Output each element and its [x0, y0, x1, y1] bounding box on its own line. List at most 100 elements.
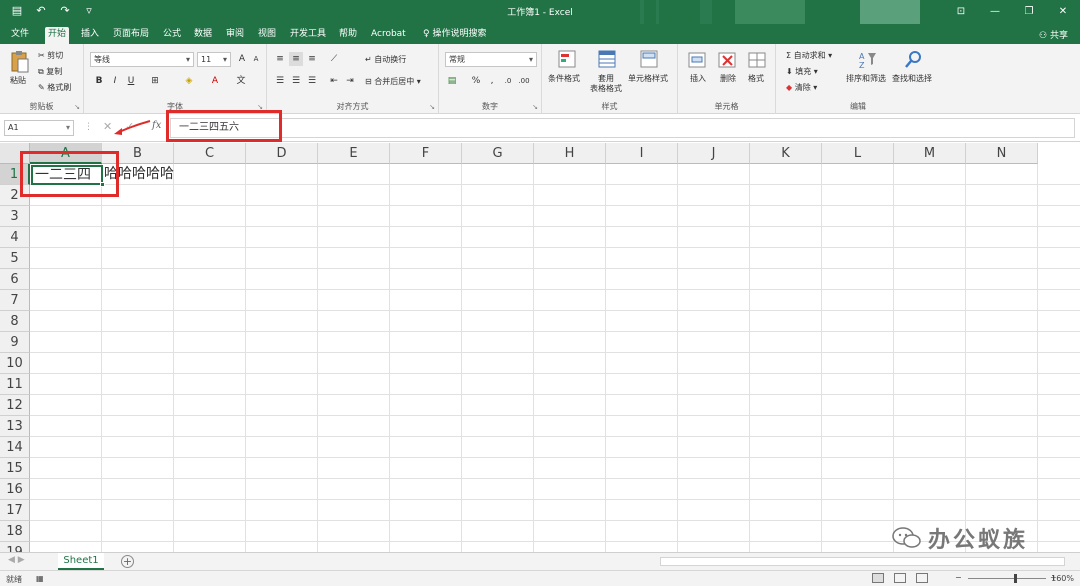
share-button[interactable]: ⚇ 共享	[1039, 28, 1068, 41]
insert-label[interactable]: 插入	[690, 73, 706, 84]
grow-font-button[interactable]: A	[235, 52, 249, 66]
column-header-m[interactable]: M	[894, 143, 966, 164]
column-header-h[interactable]: H	[534, 143, 606, 164]
row-header-10[interactable]: 10	[0, 353, 30, 374]
format-painter-button[interactable]: ✎ 格式刷	[38, 82, 71, 93]
close-button[interactable]: ✕	[1046, 0, 1080, 24]
clipboard-launcher-icon[interactable]: ↘	[74, 103, 80, 111]
insert-function-button[interactable]: fx	[152, 120, 161, 131]
tab-insert[interactable]: 插入	[78, 27, 102, 44]
formula-input[interactable]: 一二三四五六	[170, 118, 1075, 138]
align-right-icon[interactable]: ☰	[305, 74, 319, 88]
restore-button[interactable]: ❐	[1012, 0, 1046, 24]
merge-center-button[interactable]: ⊟ 合并后居中 ▾	[365, 76, 421, 87]
clear-button[interactable]: ◆ 清除 ▾	[786, 82, 817, 93]
tab-developer[interactable]: 开发工具	[287, 27, 329, 44]
font-name-select[interactable]: 等线	[90, 52, 194, 67]
copy-button[interactable]: ⧉ 复制	[38, 66, 62, 77]
column-header-g[interactable]: G	[462, 143, 534, 164]
row-header-11[interactable]: 11	[0, 374, 30, 395]
conditional-format-icon[interactable]	[558, 50, 578, 70]
name-box[interactable]: A1	[4, 120, 74, 136]
column-header-c[interactable]: C	[174, 143, 246, 164]
tab-acrobat[interactable]: Acrobat	[368, 27, 409, 44]
row-header-15[interactable]: 15	[0, 458, 30, 479]
zoom-slider-thumb[interactable]	[1013, 574, 1017, 583]
add-sheet-button[interactable]: +	[121, 555, 134, 568]
row-header-18[interactable]: 18	[0, 521, 30, 542]
search-icon[interactable]	[904, 50, 924, 70]
wrap-text-button[interactable]: ↵ 自动换行	[365, 54, 406, 65]
row-header-12[interactable]: 12	[0, 395, 30, 416]
align-bottom-icon[interactable]: ≡	[305, 52, 319, 66]
font-size-select[interactable]: 11	[197, 52, 231, 67]
row-header-6[interactable]: 6	[0, 269, 30, 290]
tab-view[interactable]: 视图	[255, 27, 279, 44]
column-header-d[interactable]: D	[246, 143, 318, 164]
bold-button[interactable]: B	[92, 74, 106, 88]
sort-filter-label[interactable]: 排序和筛选	[846, 73, 886, 84]
orientation-icon[interactable]: ⟋	[327, 52, 341, 66]
zoom-percentage[interactable]: 160%	[1051, 574, 1074, 583]
currency-icon[interactable]: ▤	[445, 74, 459, 88]
column-header-j[interactable]: J	[678, 143, 750, 164]
increase-indent-icon[interactable]: ⇥	[343, 74, 357, 88]
column-header-f[interactable]: F	[390, 143, 462, 164]
tab-formulas[interactable]: 公式	[160, 27, 184, 44]
comma-button[interactable]: ,	[485, 74, 499, 88]
italic-button[interactable]: I	[108, 74, 122, 88]
normal-view-icon[interactable]	[872, 573, 884, 583]
row-header-9[interactable]: 9	[0, 332, 30, 353]
percent-button[interactable]: %	[469, 74, 483, 88]
decrease-decimal-icon[interactable]: .00	[517, 74, 531, 88]
column-header-l[interactable]: L	[822, 143, 894, 164]
worksheet-grid[interactable]: ABCDEFGHIJKLMN 1 2 3 4 5 6 7 8 9 10 11 12 13 14 15 16 17…	[0, 143, 1080, 552]
row-header-5[interactable]: 5	[0, 248, 30, 269]
page-layout-view-icon[interactable]	[894, 573, 906, 583]
align-center-icon[interactable]: ☰	[289, 74, 303, 88]
insert-cells-icon[interactable]	[688, 50, 708, 70]
row-header-14[interactable]: 14	[0, 437, 30, 458]
format-table-label-2[interactable]: 表格格式	[590, 83, 622, 94]
increase-decimal-icon[interactable]: .0	[501, 74, 515, 88]
zoom-slider[interactable]	[968, 578, 1046, 579]
zoom-out-button[interactable]: −	[955, 573, 962, 582]
tell-me-search[interactable]: ♀ 操作说明搜索	[420, 27, 489, 44]
autosum-button[interactable]: Σ 自动求和 ▾	[786, 50, 832, 61]
sort-filter-icon[interactable]: A Z	[858, 50, 878, 70]
row-header-13[interactable]: 13	[0, 416, 30, 437]
row-header-16[interactable]: 16	[0, 479, 30, 500]
delete-cells-icon[interactable]	[718, 50, 738, 70]
find-select-label[interactable]: 查找和选择	[892, 73, 932, 84]
shrink-font-button[interactable]: A	[249, 52, 263, 66]
paste-label[interactable]: 粘贴	[10, 75, 26, 86]
conditional-format-label[interactable]: 条件格式	[548, 73, 580, 84]
ribbon-display-button[interactable]: ⊡	[944, 0, 978, 24]
tab-file[interactable]: 文件	[8, 27, 32, 44]
row-header-19[interactable]: 19	[0, 542, 30, 552]
tab-data[interactable]: 数据	[191, 27, 215, 44]
delete-label[interactable]: 删除	[720, 73, 736, 84]
column-header-e[interactable]: E	[318, 143, 390, 164]
column-header-k[interactable]: K	[750, 143, 822, 164]
decrease-indent-icon[interactable]: ⇤	[327, 74, 341, 88]
number-format-select[interactable]: 常规	[445, 52, 537, 67]
number-launcher-icon[interactable]: ↘	[532, 103, 538, 111]
tab-home[interactable]: 开始	[45, 27, 70, 44]
cell-styles-icon[interactable]	[640, 50, 660, 70]
font-color-icon[interactable]: A	[208, 74, 222, 88]
cancel-icon[interactable]: ✕	[103, 120, 112, 133]
align-top-icon[interactable]: ≡	[273, 52, 287, 66]
alignment-launcher-icon[interactable]: ↘	[429, 103, 435, 111]
sheet-scroll-arrows[interactable]: ◀ ▶	[8, 555, 25, 565]
cell-styles-label[interactable]: 单元格样式	[628, 73, 668, 84]
tab-help[interactable]: 帮助	[336, 27, 360, 44]
align-middle-icon[interactable]: ≡	[289, 52, 303, 66]
row-header-8[interactable]: 8	[0, 311, 30, 332]
macro-record-icon[interactable]: ▦	[36, 574, 44, 583]
tab-review[interactable]: 审阅	[223, 27, 247, 44]
row-header-7[interactable]: 7	[0, 290, 30, 311]
underline-button[interactable]: U	[124, 74, 138, 88]
row-header-3[interactable]: 3	[0, 206, 30, 227]
phonetic-icon[interactable]: 文	[234, 74, 248, 88]
